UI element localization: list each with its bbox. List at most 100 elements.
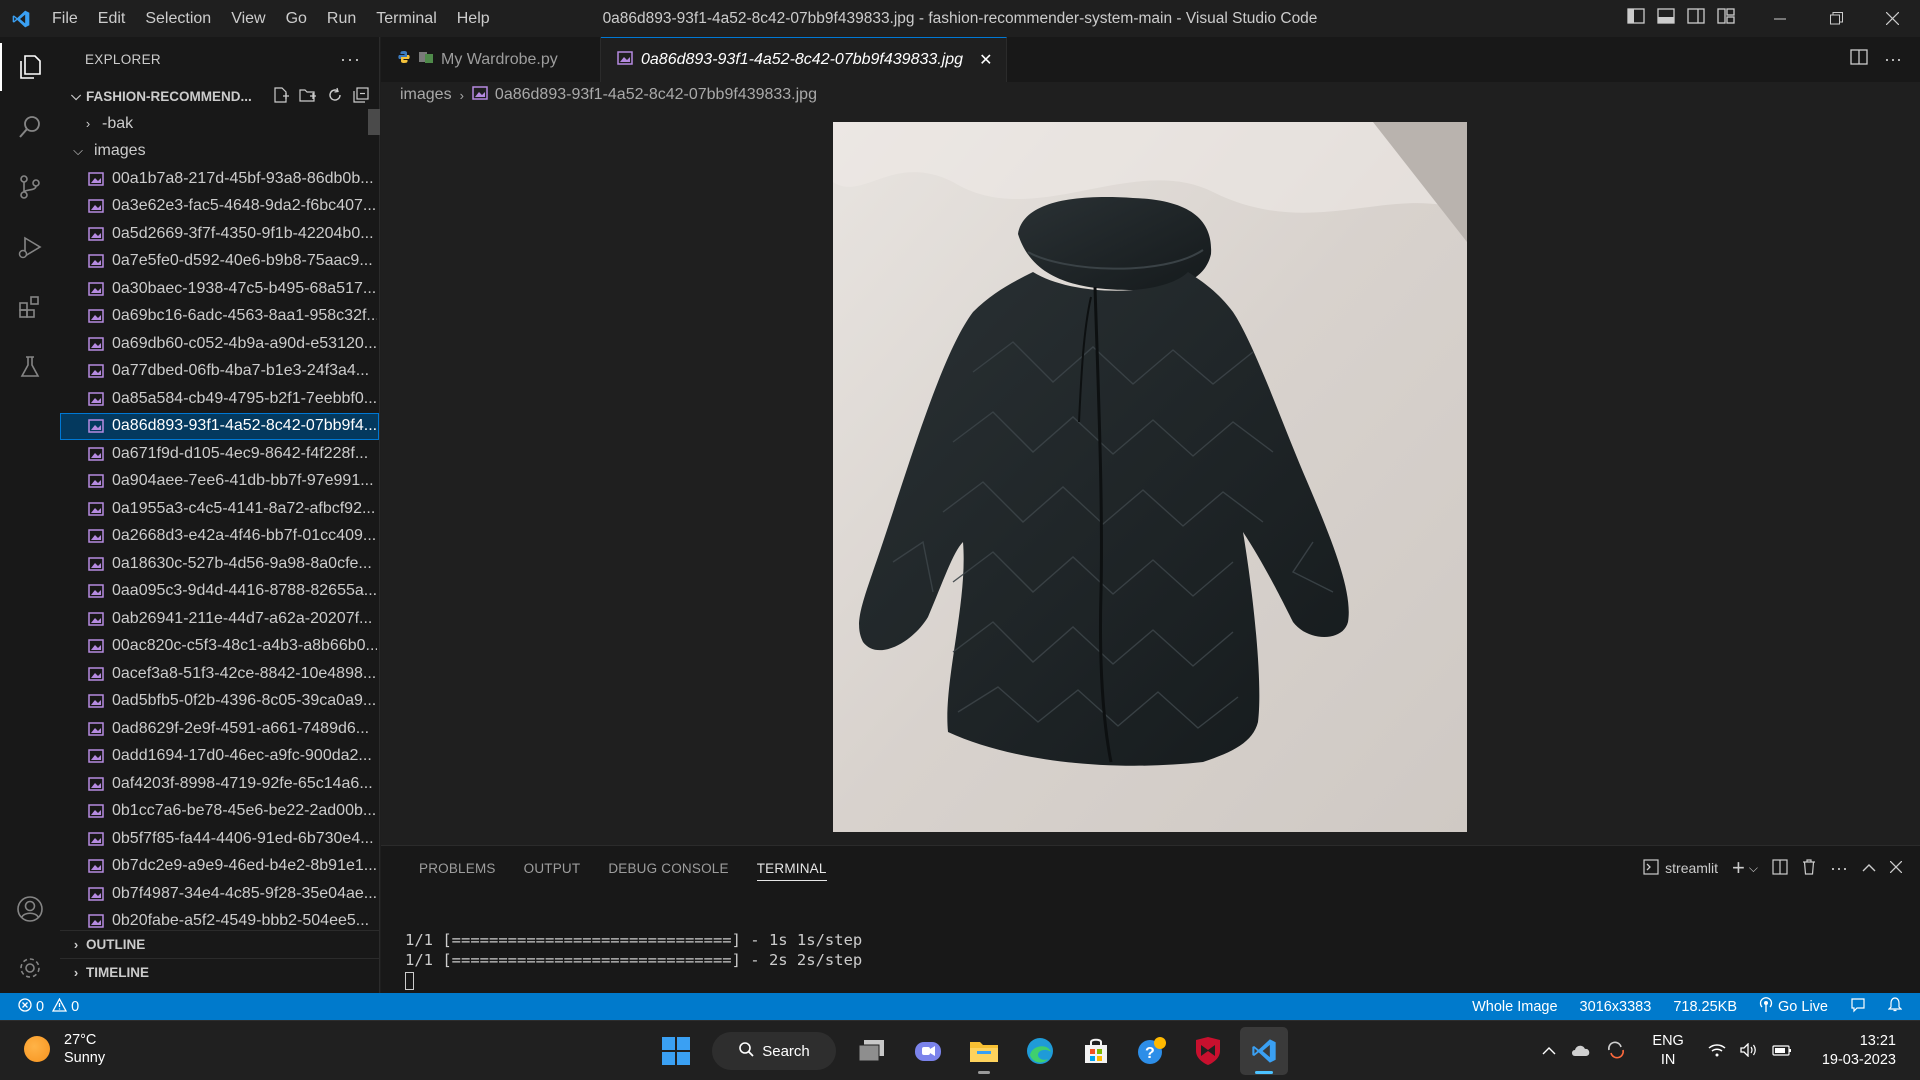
close-window-button[interactable]: [1864, 0, 1920, 37]
file-item[interactable]: 0add1694-17d0-46ec-a9fc-900da2...: [60, 743, 379, 771]
testing-icon[interactable]: [0, 337, 60, 397]
tab-output[interactable]: OUTPUT: [510, 846, 595, 890]
terminal-instance[interactable]: streamlit: [1643, 858, 1718, 878]
sidebar-scrollbar[interactable]: [368, 109, 380, 135]
tab-terminal[interactable]: TERMINAL: [743, 846, 841, 890]
outline-section[interactable]: › OUTLINE: [60, 930, 379, 957]
file-item[interactable]: 0a2668d3-e42a-4f46-bb7f-01cc409...: [60, 523, 379, 551]
weather-widget[interactable]: 27°C Sunny: [24, 1031, 105, 1067]
vscode-taskbar-icon[interactable]: [1240, 1027, 1288, 1075]
collapse-all-icon[interactable]: [353, 86, 369, 106]
customize-layout-icon[interactable]: [1717, 8, 1735, 29]
file-item[interactable]: 0ad8629f-2e9f-4591-a661-7489d6...: [60, 715, 379, 743]
file-item[interactable]: 0b7dc2e9-a9e9-46ed-b4e2-8b91e1...: [60, 853, 379, 881]
menu-help[interactable]: Help: [447, 0, 500, 37]
problems-status[interactable]: 0 0: [0, 997, 79, 1016]
file-item[interactable]: 0a18630c-527b-4d56-9a98-8a0cfe...: [60, 550, 379, 578]
more-actions-icon[interactable]: ···: [1830, 858, 1848, 879]
edge-browser-icon[interactable]: [1016, 1027, 1064, 1075]
extensions-icon[interactable]: [0, 277, 60, 337]
more-actions-icon[interactable]: ···: [1884, 49, 1902, 70]
file-item[interactable]: 0a69bc16-6adc-4563-8aa1-958c32f...: [60, 303, 379, 331]
input-language[interactable]: ENG IN: [1652, 1032, 1683, 1070]
timeline-section[interactable]: › TIMELINE: [60, 958, 379, 985]
menu-selection[interactable]: Selection: [135, 0, 221, 37]
go-live-button[interactable]: Go Live: [1759, 996, 1828, 1017]
wifi-icon[interactable]: [1708, 1043, 1726, 1060]
maximize-panel-icon[interactable]: [1862, 860, 1876, 876]
start-windows-icon[interactable]: [652, 1027, 700, 1075]
file-explorer-icon[interactable]: [960, 1027, 1008, 1075]
clock[interactable]: 13:21 19-03-2023: [1822, 1032, 1896, 1070]
file-item[interactable]: 0acef3a8-51f3-42ce-8842-10e4898...: [60, 660, 379, 688]
kill-terminal-trash-icon[interactable]: [1802, 858, 1816, 878]
file-item[interactable]: 0b1cc7a6-be78-45e6-be22-2ad00b...: [60, 798, 379, 826]
search-icon[interactable]: [0, 97, 60, 157]
file-item[interactable]: 0a3e62e3-fac5-4648-9da2-f6bc407...: [60, 193, 379, 221]
battery-icon[interactable]: [1772, 1043, 1792, 1060]
terminal-output[interactable]: 1/1 [==============================] - 1…: [405, 930, 862, 990]
explorer-icon[interactable]: [0, 37, 60, 97]
onedrive-cloud-icon[interactable]: [1570, 1042, 1592, 1061]
tab-problems[interactable]: PROBLEMS: [405, 846, 510, 890]
file-item[interactable]: 0a1955a3-c4c5-4141-8a72-afbcf92...: [60, 495, 379, 523]
menu-terminal[interactable]: Terminal: [366, 0, 446, 37]
file-item[interactable]: 0af4203f-8998-4719-92fe-65c14a6...: [60, 770, 379, 798]
file-item[interactable]: 0a85a584-cb49-4795-b2f1-7eebbf0...: [60, 385, 379, 413]
taskbar-search[interactable]: Search: [712, 1032, 836, 1070]
file-item[interactable]: 0a904aee-7ee6-41db-bb7f-97e991...: [60, 468, 379, 496]
run-debug-icon[interactable]: [0, 217, 60, 277]
workspace-folder-header[interactable]: ⌵ FASHION-RECOMMEND...: [60, 82, 379, 110]
file-item[interactable]: 0a7e5fe0-d592-40e6-b9b8-75aac9...: [60, 248, 379, 276]
task-view-icon[interactable]: [848, 1027, 896, 1075]
volume-icon[interactable]: [1740, 1041, 1758, 1060]
new-folder-icon[interactable]: [299, 87, 317, 106]
teams-chat-icon[interactable]: [904, 1027, 952, 1075]
file-item[interactable]: 00a1b7a8-217d-45bf-93a8-86db0b...: [60, 165, 379, 193]
notifications-bell-icon[interactable]: [1887, 996, 1903, 1017]
minimize-button[interactable]: [1752, 0, 1808, 37]
source-control-icon[interactable]: [0, 157, 60, 217]
toggle-primary-sidebar-icon[interactable]: [1627, 8, 1645, 29]
tree-folder-bak[interactable]: › -bak: [60, 110, 379, 138]
more-actions-icon[interactable]: ···: [340, 49, 361, 70]
microsoft-store-icon[interactable]: [1072, 1027, 1120, 1075]
settings-gear-icon[interactable]: [0, 938, 60, 998]
file-item[interactable]: 0a5d2669-3f7f-4350-9f1b-42204b0...: [60, 220, 379, 248]
feedback-icon[interactable]: [1850, 997, 1866, 1017]
menu-file[interactable]: File: [42, 0, 88, 37]
menu-view[interactable]: View: [221, 0, 275, 37]
menu-go[interactable]: Go: [276, 0, 317, 37]
refresh-icon[interactable]: [327, 87, 343, 106]
file-item[interactable]: 00ac820c-c5f3-48c1-a4b3-a8b66b0...: [60, 633, 379, 661]
mcafee-icon[interactable]: [1184, 1027, 1232, 1075]
breadcrumb-file[interactable]: 0a86d893-93f1-4a52-8c42-07bb9f439833.jpg: [495, 86, 817, 104]
get-help-icon[interactable]: ?: [1128, 1027, 1176, 1075]
close-panel-icon[interactable]: [1889, 860, 1903, 876]
accounts-icon[interactable]: [0, 879, 60, 939]
restore-button[interactable]: [1808, 0, 1864, 37]
tab-my-wardrobe-py[interactable]: My Wardrobe.py: [381, 37, 601, 82]
file-item[interactable]: 0a77dbed-06fb-4ba7-b1e3-24f3a4...: [60, 358, 379, 386]
tree-folder-images[interactable]: ⌵ images: [60, 138, 379, 166]
file-item[interactable]: 0ab26941-211e-44d7-a62a-20207f...: [60, 605, 379, 633]
menu-run[interactable]: Run: [317, 0, 366, 37]
close-tab-icon[interactable]: ✕: [979, 50, 992, 70]
file-item[interactable]: 0aa095c3-9d4d-4416-8788-82655a...: [60, 578, 379, 606]
file-item[interactable]: 0b7f4987-34e4-4c85-9f28-35e04ae...: [60, 880, 379, 908]
tab-debug-console[interactable]: DEBUG CONSOLE: [594, 846, 742, 890]
show-hidden-icons-chevron-up-icon[interactable]: [1542, 1043, 1556, 1059]
file-item[interactable]: 0a69db60-c052-4b9a-a90d-e53120...: [60, 330, 379, 358]
file-item[interactable]: 0b5f7f85-fa44-4406-91ed-6b730e4...: [60, 825, 379, 853]
file-item[interactable]: 0ad5bfb5-0f2b-4396-8c05-39ca0a9...: [60, 688, 379, 716]
file-item[interactable]: 0a86d893-93f1-4a52-8c42-07bb9f4...: [60, 412, 379, 440]
menu-edit[interactable]: Edit: [88, 0, 136, 37]
breadcrumb-folder[interactable]: images: [400, 86, 452, 104]
toggle-secondary-sidebar-icon[interactable]: [1687, 8, 1705, 29]
toggle-panel-icon[interactable]: [1657, 8, 1675, 29]
image-preview[interactable]: [833, 122, 1467, 832]
file-item[interactable]: 0a671f9d-d105-4ec9-8642-f4f228f...: [60, 440, 379, 468]
split-terminal-icon[interactable]: [1772, 858, 1788, 878]
new-terminal-icon[interactable]: +: [1732, 857, 1745, 879]
file-item[interactable]: 0a30baec-1938-47c5-b495-68a517...: [60, 275, 379, 303]
